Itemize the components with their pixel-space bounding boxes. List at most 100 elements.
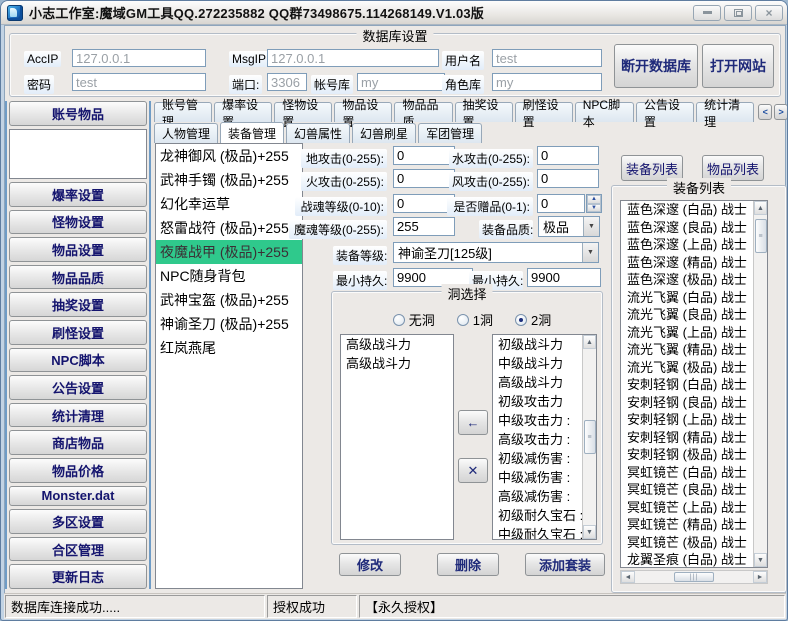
account-db-input[interactable] [357, 73, 445, 91]
spinner-up-icon[interactable]: ▲ [587, 195, 601, 204]
scroll-left-icon[interactable]: ◄ [621, 571, 635, 583]
tab[interactable]: 军团管理 [418, 123, 482, 143]
catalog-item[interactable]: 安刺轻钢 (良品) 战士 [621, 394, 753, 412]
tab[interactable]: 抽奖设置 [455, 102, 513, 122]
equipment-item[interactable]: NPC随身背包 [156, 264, 302, 288]
catalog-item[interactable]: 流光飞翼 (上品) 战士 [621, 324, 753, 342]
role-db-input[interactable] [492, 73, 602, 91]
catalog-hscrollbar[interactable]: ◄ ||| ► [620, 570, 768, 584]
radio-icon[interactable] [393, 314, 405, 326]
tab[interactable]: 账号管理 [154, 102, 212, 122]
scrollbar-thumb[interactable]: ≡ [584, 420, 596, 454]
tab[interactable]: 怪物设置 [274, 102, 332, 122]
sidebar-listbox[interactable] [9, 129, 147, 179]
catalog-item[interactable]: 安刺轻钢 (精品) 战士 [621, 429, 753, 447]
catalog-item[interactable]: 流光飞翼 (精品) 战士 [621, 341, 753, 359]
sidebar-button[interactable]: 多区设置 [9, 509, 147, 534]
username-input[interactable] [492, 49, 602, 67]
catalog-item[interactable]: 蓝色深邃 (上品) 战士 [621, 236, 753, 254]
equipment-item[interactable]: 武神手镯 (极品)+255 [156, 168, 302, 192]
tab[interactable]: 统计清理 [696, 102, 754, 122]
tab[interactable]: 幻兽刷星 [352, 123, 416, 143]
catalog-item[interactable]: 安刺轻钢 (极品) 战士 [621, 446, 753, 464]
catalog-item[interactable]: 流光飞翼 (极品) 战士 [621, 359, 753, 377]
move-gem-left-button[interactable]: ← [458, 410, 488, 435]
magic-soul-level-input[interactable] [393, 217, 455, 236]
gem-option-item[interactable]: 中级耐久宝石 : [493, 525, 582, 539]
gem-option-item[interactable]: 中级攻击力 : [493, 411, 582, 430]
tab[interactable]: NPC脚本 [575, 102, 634, 122]
catalog-vscrollbar[interactable]: ▲ ≡ ▼ [753, 201, 767, 567]
equipment-item[interactable]: 龙神御风 (极品)+255 [156, 144, 302, 168]
tab-scroll-next-button[interactable]: > [774, 104, 788, 120]
sidebar-button[interactable]: 更新日志 [9, 564, 147, 589]
gem-option-item[interactable]: 初级减伤害 : [493, 449, 582, 468]
radio-icon[interactable] [457, 314, 469, 326]
equipment-item[interactable]: 神谕圣刀 (极品)+255 [156, 312, 302, 336]
sidebar-button[interactable]: 怪物设置 [9, 210, 147, 235]
accip-input[interactable] [72, 49, 206, 67]
equip-quality-select[interactable]: 极品 ▼ [538, 216, 600, 237]
catalog-item[interactable]: 蓝色深邃 (良品) 战士 [621, 219, 753, 237]
fire-attack-input[interactable] [393, 169, 455, 188]
gem-option-item[interactable]: 高级攻击力 : [493, 430, 582, 449]
catalog-item[interactable]: 冥虹镜芒 (白品) 战士 [621, 464, 753, 482]
equipment-item[interactable]: 幻化幸运草 [156, 192, 302, 216]
min-durability2-input[interactable] [527, 268, 601, 287]
catalog-item[interactable]: 冥虹镜芒 (极品) 战士 [621, 534, 753, 552]
sidebar-button[interactable]: 物品价格 [9, 458, 147, 483]
war-soul-level-input[interactable] [393, 194, 455, 213]
sidebar-button[interactable]: 合区管理 [9, 537, 147, 562]
dropdown-arrow-icon[interactable]: ▼ [583, 217, 599, 236]
tab[interactable]: 幻兽属性 [286, 123, 350, 143]
catalog-item[interactable]: 冥虹镜芒 (精品) 战士 [621, 516, 753, 534]
sidebar-button[interactable]: 统计清理 [9, 403, 147, 428]
catalog-item[interactable]: 蓝色深邃 (白品) 战士 [621, 201, 753, 219]
water-attack-input[interactable] [537, 146, 599, 165]
sidebar-button[interactable]: 刷怪设置 [9, 320, 147, 345]
msgip-input[interactable] [267, 49, 439, 67]
selected-gem-item[interactable]: 高级战斗力 [341, 335, 453, 354]
sidebar-button[interactable]: NPC脚本 [9, 348, 147, 373]
gem-option-item[interactable]: 初级攻击力 [493, 392, 582, 411]
equipment-item[interactable]: 武神宝盔 (极品)+255 [156, 288, 302, 312]
selected-gem-item[interactable]: 高级战斗力 [341, 354, 453, 373]
open-website-button[interactable]: 打开网站 [702, 44, 774, 88]
scroll-up-icon[interactable]: ▲ [754, 201, 767, 215]
password-input[interactable] [72, 73, 206, 91]
catalog-item[interactable]: 流光飞翼 (白品) 战士 [621, 289, 753, 307]
catalog-item[interactable]: 安刺轻钢 (白品) 战士 [621, 376, 753, 394]
sidebar-button[interactable]: 公告设置 [9, 375, 147, 400]
radio-two-holes[interactable]: 2洞 [515, 310, 551, 329]
delete-button[interactable]: 删除 [437, 553, 499, 576]
gem-option-item[interactable]: 初级耐久宝石 : [493, 506, 582, 525]
sidebar-button-account-items[interactable]: 账号物品 [9, 101, 147, 126]
earth-attack-input[interactable] [393, 146, 455, 165]
catalog-item[interactable]: 安刺轻钢 (上品) 战士 [621, 411, 753, 429]
catalog-item[interactable]: 蓝色深邃 (精品) 战士 [621, 254, 753, 272]
catalog-item[interactable]: 蓝色深邃 (极品) 战士 [621, 271, 753, 289]
gem-option-item[interactable]: 初级战斗力 [493, 335, 582, 354]
maximize-button[interactable] [724, 5, 752, 21]
tab[interactable]: 刷怪设置 [515, 102, 573, 122]
gift-flag-spinner[interactable]: ▲▼ [586, 194, 602, 213]
tab[interactable]: 物品设置 [334, 102, 392, 122]
modify-button[interactable]: 修改 [339, 553, 401, 576]
remove-gem-button[interactable]: ✕ [458, 458, 488, 483]
gift-flag-input[interactable] [537, 194, 585, 213]
equipment-item[interactable]: 夜魔战甲 (极品)+255 [156, 240, 302, 264]
gem-option-item[interactable]: 高级减伤害 : [493, 487, 582, 506]
gem-option-item[interactable]: 高级战斗力 [493, 373, 582, 392]
disconnect-db-button[interactable]: 断开数据库 [614, 44, 698, 88]
scrollbar-thumb[interactable]: ≡ [755, 219, 767, 253]
catalog-item[interactable]: 冥虹镜芒 (上品) 战士 [621, 499, 753, 517]
add-set-button[interactable]: 添加套装 [525, 553, 605, 576]
scroll-down-icon[interactable]: ▼ [583, 525, 596, 539]
radio-icon[interactable] [515, 314, 527, 326]
equip-grade-select[interactable]: 神谕圣刀[125级] ▼ [393, 242, 599, 263]
sidebar-button[interactable]: 抽奖设置 [9, 292, 147, 317]
scroll-up-icon[interactable]: ▲ [583, 335, 596, 349]
dropdown-arrow-icon[interactable]: ▼ [582, 243, 598, 262]
tab[interactable]: 人物管理 [154, 123, 218, 143]
tab[interactable]: 爆率设置 [214, 102, 272, 122]
